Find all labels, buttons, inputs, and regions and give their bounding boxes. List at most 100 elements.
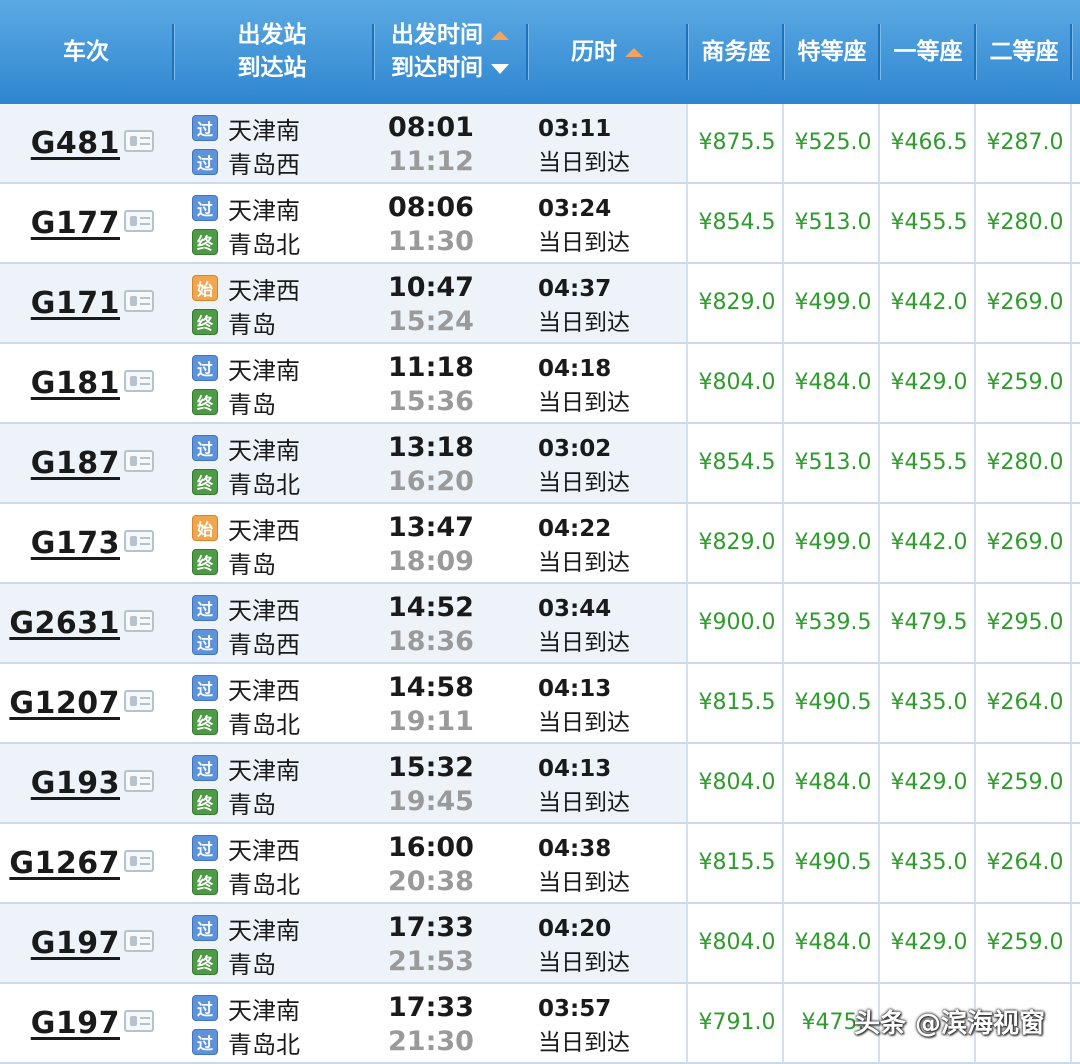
id-card-icon[interactable] (124, 130, 154, 152)
col-header-business[interactable]: 商务座 (688, 0, 784, 104)
col-header-first[interactable]: 一等座 (880, 0, 976, 104)
price-premium[interactable]: ¥499.0 (785, 286, 881, 320)
arrival-time: 21:30 (388, 1026, 474, 1057)
price-premium[interactable]: ¥513.0 (785, 206, 881, 240)
price-first-class[interactable]: ¥466.5 (881, 126, 977, 160)
id-card-icon[interactable] (124, 850, 154, 872)
price-business[interactable]: ¥804.0 (689, 926, 785, 960)
col-header-times[interactable]: 出发时间 到达时间 (374, 0, 526, 104)
price-premium[interactable]: ¥525.0 (785, 126, 881, 160)
id-card-icon[interactable] (124, 530, 154, 552)
table-row[interactable]: G173 始 天津西 终 青岛 13:47 18:09 04:22 当日到达 ¥… (0, 504, 1080, 584)
train-number-link[interactable]: G2631 (0, 604, 120, 644)
price-first-class[interactable]: ¥429.0 (881, 366, 977, 400)
id-card-icon[interactable] (124, 770, 154, 792)
price-first-class[interactable]: ¥429.0 (881, 766, 977, 800)
train-number-link[interactable]: G177 (0, 204, 120, 244)
price-business[interactable]: ¥829.0 (689, 286, 785, 320)
price-premium[interactable]: ¥484.0 (785, 926, 881, 960)
train-number-link[interactable]: G193 (0, 764, 120, 804)
col-header-stations[interactable]: 出发站 到达站 (174, 0, 370, 104)
price-second-class[interactable]: ¥269.0 (977, 526, 1073, 560)
table-row[interactable]: G1207 过 天津西 终 青岛北 14:58 19:11 04:13 当日到达… (0, 664, 1080, 744)
price-business[interactable]: ¥804.0 (689, 766, 785, 800)
price-first-class[interactable]: ¥429.0 (881, 926, 977, 960)
table-row[interactable]: G2631 过 天津西 过 青岛西 14:52 18:36 03:44 当日到达… (0, 584, 1080, 664)
id-card-icon[interactable] (124, 930, 154, 952)
table-row[interactable]: G193 过 天津南 终 青岛 15:32 19:45 04:13 当日到达 ¥… (0, 744, 1080, 824)
train-number-link[interactable]: G481 (0, 124, 120, 164)
col-header-train[interactable]: 车次 (0, 0, 172, 104)
train-number-link[interactable]: G171 (0, 284, 120, 324)
table-row[interactable]: G187 过 天津南 终 青岛北 13:18 16:20 03:02 当日到达 … (0, 424, 1080, 504)
train-number-link[interactable]: G187 (0, 444, 120, 484)
sort-asc-icon[interactable] (491, 31, 509, 40)
price-first-class[interactable]: ¥479.5 (881, 606, 977, 640)
departure-station: 过 天津西 (192, 833, 300, 865)
arrival-note: 当日到达 (538, 1030, 630, 1056)
price-second-class[interactable]: ¥259.0 (977, 766, 1073, 800)
id-card-icon[interactable] (124, 290, 154, 312)
price-business[interactable]: ¥900.0 (689, 606, 785, 640)
table-row[interactable]: G171 始 天津西 终 青岛 10:47 15:24 04:37 当日到达 ¥… (0, 264, 1080, 344)
price-second-class[interactable]: ¥295.0 (977, 606, 1073, 640)
train-number-link[interactable]: G197 (0, 1004, 120, 1044)
price-business[interactable]: ¥854.5 (689, 446, 785, 480)
table-row[interactable]: G1267 过 天津西 终 青岛北 16:00 20:38 04:38 当日到达… (0, 824, 1080, 904)
col-header-premium[interactable]: 特等座 (784, 0, 880, 104)
price-premium[interactable]: ¥490.5 (785, 846, 881, 880)
sort-desc-icon[interactable] (491, 63, 509, 74)
price-premium[interactable]: ¥490.5 (785, 686, 881, 720)
price-second-class[interactable]: ¥264.0 (977, 686, 1073, 720)
price-first-class[interactable]: ¥442.0 (881, 526, 977, 560)
id-card-icon[interactable] (124, 610, 154, 632)
price-business[interactable]: ¥804.0 (689, 366, 785, 400)
table-row[interactable]: G181 过 天津南 终 青岛 11:18 15:36 04:18 当日到达 ¥… (0, 344, 1080, 424)
price-first-class[interactable]: ¥442.0 (881, 286, 977, 320)
table-row[interactable]: G177 过 天津南 终 青岛北 08:06 11:30 03:24 当日到达 … (0, 184, 1080, 264)
cell-divider (686, 664, 688, 742)
arrival-station: 过 青岛西 (192, 147, 300, 179)
departure-station: 过 天津南 (192, 913, 300, 945)
id-card-icon[interactable] (124, 450, 154, 472)
train-number-link[interactable]: G181 (0, 364, 120, 404)
id-card-icon[interactable] (124, 370, 154, 392)
price-business[interactable]: ¥875.5 (689, 126, 785, 160)
price-premium[interactable]: ¥484.0 (785, 366, 881, 400)
price-business[interactable]: ¥815.5 (689, 686, 785, 720)
id-card-icon[interactable] (124, 210, 154, 232)
price-second-class[interactable]: ¥269.0 (977, 286, 1073, 320)
price-second-class[interactable]: ¥280.0 (977, 446, 1073, 480)
col-header-duration[interactable]: 历时 (528, 0, 686, 104)
price-premium[interactable]: ¥499.0 (785, 526, 881, 560)
col-header-second[interactable]: 二等座 (976, 0, 1072, 104)
id-card-icon[interactable] (124, 690, 154, 712)
station-type-badge: 过 (192, 195, 218, 221)
price-second-class[interactable]: ¥280.0 (977, 206, 1073, 240)
price-first-class[interactable]: ¥435.0 (881, 686, 977, 720)
arrival-note: 当日到达 (538, 230, 630, 256)
train-number-link[interactable]: G173 (0, 524, 120, 564)
price-business[interactable]: ¥791.0 (689, 1006, 785, 1040)
train-number-link[interactable]: G197 (0, 924, 120, 964)
price-business[interactable]: ¥854.5 (689, 206, 785, 240)
price-second-class[interactable]: ¥259.0 (977, 366, 1073, 400)
table-row[interactable]: G481 过 天津南 过 青岛西 08:01 11:12 03:11 当日到达 … (0, 104, 1080, 184)
departure-station-name: 天津南 (228, 436, 300, 465)
price-second-class[interactable]: ¥287.0 (977, 126, 1073, 160)
id-card-icon[interactable] (124, 1010, 154, 1032)
price-business[interactable]: ¥815.5 (689, 846, 785, 880)
price-first-class[interactable]: ¥455.5 (881, 446, 977, 480)
price-first-class[interactable]: ¥435.0 (881, 846, 977, 880)
price-premium[interactable]: ¥484.0 (785, 766, 881, 800)
sort-asc-icon[interactable] (625, 47, 643, 57)
price-premium[interactable]: ¥539.5 (785, 606, 881, 640)
price-second-class[interactable]: ¥259.0 (977, 926, 1073, 960)
price-premium[interactable]: ¥513.0 (785, 446, 881, 480)
price-first-class[interactable]: ¥455.5 (881, 206, 977, 240)
price-business[interactable]: ¥829.0 (689, 526, 785, 560)
train-number-link[interactable]: G1267 (0, 844, 120, 884)
train-number-link[interactable]: G1207 (0, 684, 120, 724)
price-second-class[interactable]: ¥264.0 (977, 846, 1073, 880)
table-row[interactable]: G197 过 天津南 终 青岛 17:33 21:53 04:20 当日到达 ¥… (0, 904, 1080, 984)
